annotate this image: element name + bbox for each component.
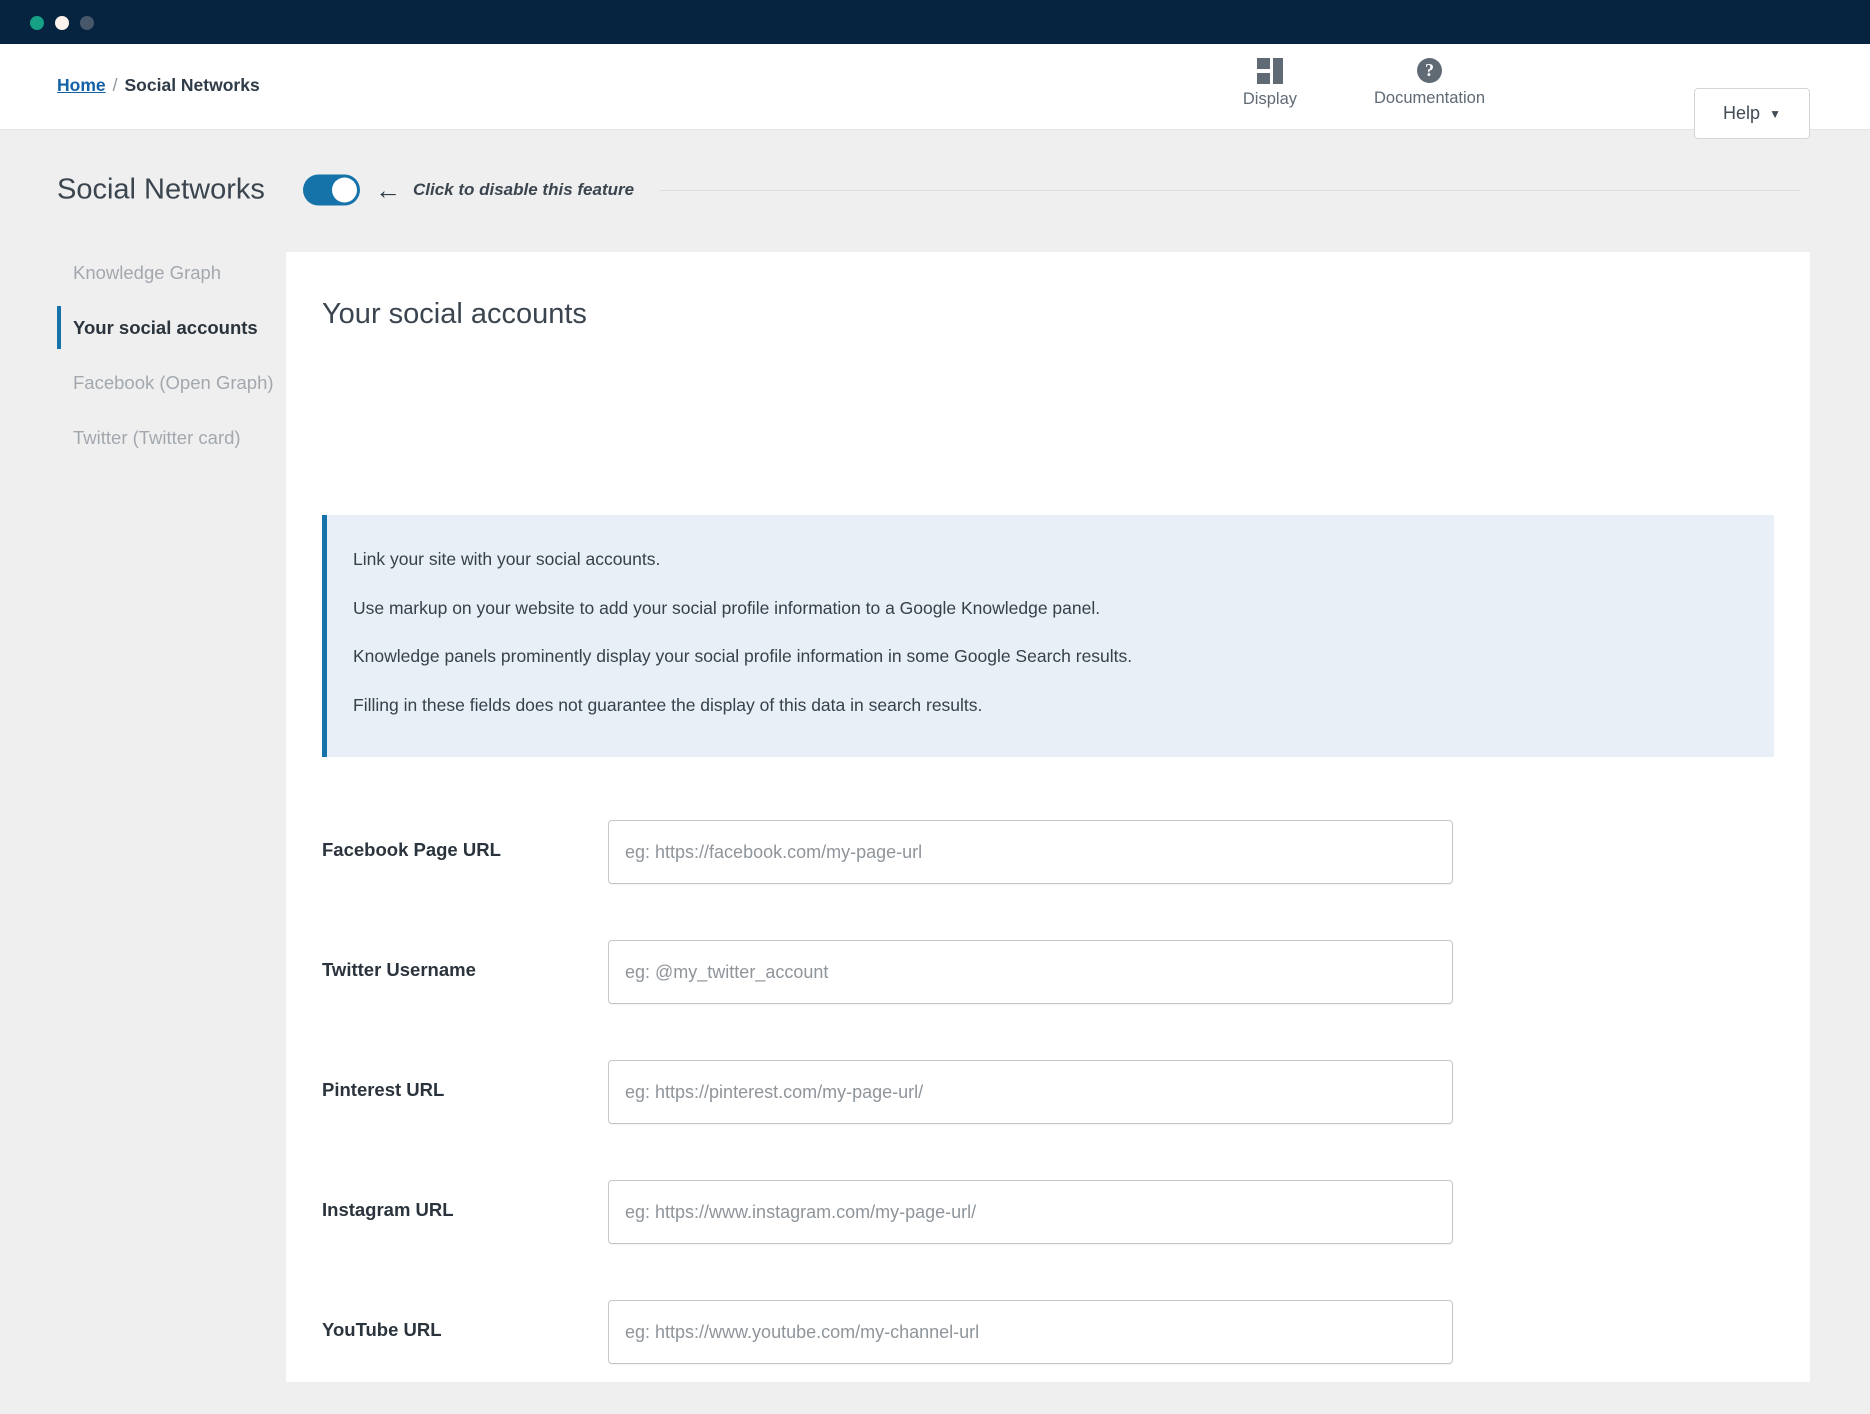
field-row-instagram-url: Instagram URL [322,1173,1774,1293]
instagram-url-input[interactable] [608,1180,1453,1244]
maximize-window-button[interactable] [80,16,94,30]
display-action[interactable]: Display [1243,58,1297,109]
feature-enable-toggle[interactable] [303,174,360,206]
pinterest-url-input[interactable] [608,1060,1453,1124]
display-layout-icon [1256,58,1283,84]
pinterest-url-label: Pinterest URL [322,1079,445,1100]
feature-header-row: Social Networks ← Click to disable this … [0,155,1870,225]
window-controls [30,16,94,30]
close-window-button[interactable] [30,16,44,30]
toggle-knob [332,177,357,203]
field-row-twitter-username: Twitter Username [322,933,1774,1053]
field-row-facebook-page-url: Facebook Page URL [322,813,1774,933]
app-window: Home / Social Networks Display ? Documenta… [0,0,1870,1414]
page-body: Social Networks ← Click to disable this … [0,130,1870,1414]
facebook-page-url-input[interactable] [608,820,1453,884]
sidebar-item-facebook-open-graph[interactable]: Facebook (Open Graph) [57,355,287,410]
youtube-url-input[interactable] [608,1300,1453,1364]
settings-sidebar: Knowledge Graph Your social accounts Fac… [57,245,287,465]
help-dropdown-button[interactable]: Help ▼ [1694,88,1810,139]
sidebar-item-your-social-accounts[interactable]: Your social accounts [57,300,287,355]
sidebar-item-label: Knowledge Graph [73,262,222,283]
facebook-page-url-label: Facebook Page URL [322,839,501,860]
documentation-action[interactable]: ? Documentation [1374,58,1485,108]
documentation-action-label: Documentation [1374,89,1485,107]
header-divider [660,190,1800,191]
twitter-username-label: Twitter Username [322,959,476,980]
content-card: Your social accounts Link your site with… [286,252,1810,1382]
twitter-username-input[interactable] [608,940,1453,1004]
notice-line: Use markup on your website to add your s… [353,597,1101,618]
sidebar-item-label: Your social accounts [73,317,258,339]
page-title: Social Networks [57,173,265,206]
breadcrumb-current: Social Networks [124,75,260,95]
question-mark-icon: ? [1417,58,1442,83]
youtube-url-label: YouTube URL [322,1319,442,1340]
instagram-url-label: Instagram URL [322,1199,454,1220]
sidebar-item-label: Facebook (Open Graph) [73,372,274,394]
breadcrumb: Home / Social Networks [57,75,260,96]
breadcrumb-home-link[interactable]: Home [57,75,106,95]
social-accounts-form: Facebook Page URL Twitter Username Pinte… [322,813,1774,1414]
section-title: Your social accounts [322,298,587,330]
notice-line: Link your site with your social accounts… [353,549,661,569]
notice-line: Filling in these fields does not guarant… [353,694,983,715]
field-row-youtube-url: YouTube URL [322,1293,1774,1413]
sidebar-item-twitter-card[interactable]: Twitter (Twitter card) [57,410,287,465]
chevron-down-icon: ▼ [1769,106,1781,121]
arrow-left-icon: ← [375,175,401,205]
page-header: Home / Social Networks Display ? Documenta… [0,44,1870,139]
feature-hint-text: Click to disable this feature [413,180,635,199]
field-row-pinterest-url: Pinterest URL [322,1053,1774,1173]
breadcrumb-separator: / [112,75,118,95]
notice-line: Knowledge panels prominently display you… [353,646,1133,667]
info-notice: Link your site with your social accounts… [322,515,1774,757]
sidebar-item-knowledge-graph[interactable]: Knowledge Graph [57,245,287,300]
minimize-window-button[interactable] [55,16,69,30]
window-titlebar [0,0,1870,44]
display-action-label: Display [1242,90,1297,108]
sidebar-item-label: Twitter (Twitter card) [73,427,241,449]
help-button-label: Help [1723,103,1761,123]
